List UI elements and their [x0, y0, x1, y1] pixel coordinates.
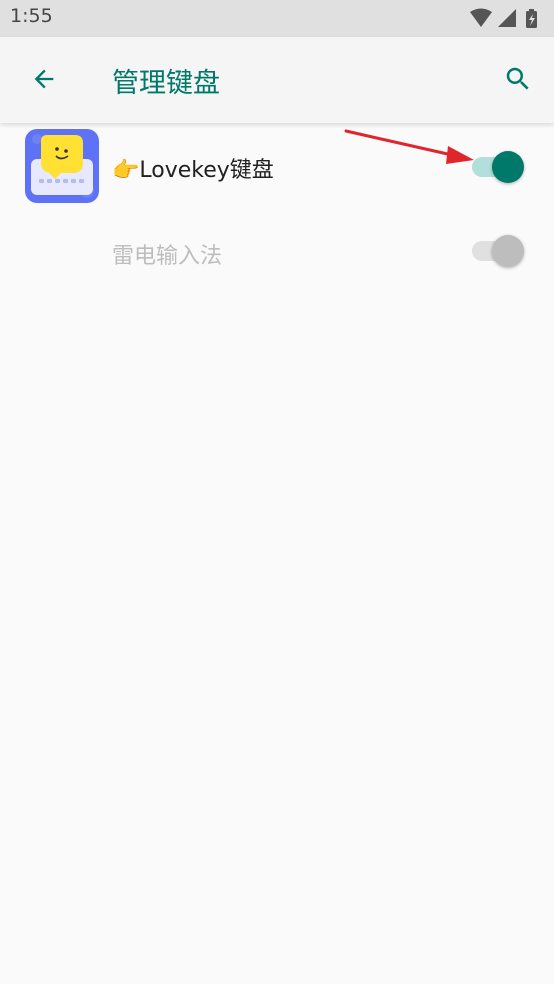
keyboard-label: 雷电输入法	[112, 244, 223, 269]
lovekey-app-icon	[25, 129, 99, 203]
red-arrow-annotation	[344, 129, 474, 164]
toggle-thumb	[492, 235, 524, 267]
toggle-leidian[interactable]	[472, 234, 526, 268]
signal-icon	[498, 9, 516, 27]
back-button[interactable]	[22, 57, 66, 101]
app-bar: 管理键盘	[0, 37, 554, 123]
page-title: 管理键盘	[112, 68, 220, 99]
keyboard-label: 👉Lovekey键盘	[112, 158, 274, 183]
keyboard-row-leidian[interactable]: 雷电输入法	[0, 208, 554, 292]
search-button[interactable]	[496, 57, 540, 101]
toggle-lovekey[interactable]	[472, 150, 526, 184]
arrow-back-icon	[34, 69, 54, 89]
status-time: 1:55	[10, 5, 53, 27]
search-icon	[506, 67, 529, 90]
status-icons	[468, 8, 546, 30]
toggle-thumb	[492, 151, 524, 183]
status-bar: 1:55	[0, 0, 554, 37]
wifi-icon	[470, 8, 492, 27]
battery-charging-icon	[526, 9, 537, 28]
